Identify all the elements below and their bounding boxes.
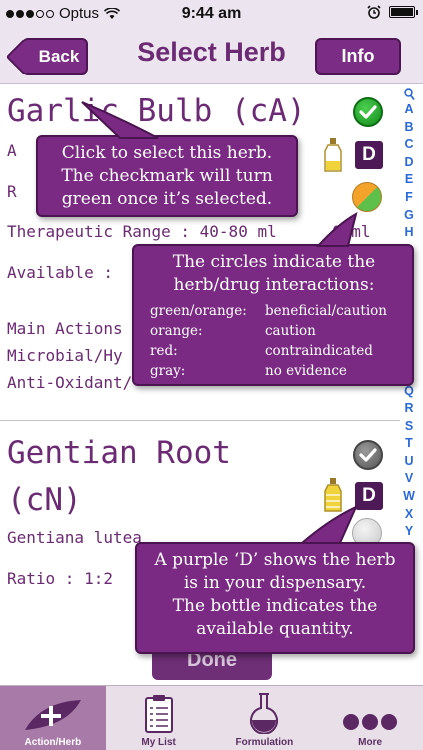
tab-my-list[interactable]: My List [106, 686, 212, 750]
index-letter[interactable]: D [404, 154, 413, 172]
row-divider [0, 420, 400, 421]
legend-key: green/orange: [150, 303, 247, 319]
interaction-circle-icon[interactable] [352, 182, 382, 212]
tab-label: Formulation [235, 737, 294, 748]
leaf-plus-icon [24, 700, 81, 730]
tooltip-pointer [81, 101, 159, 139]
herb-detail-line: R [7, 182, 17, 201]
index-letter[interactable]: Y [405, 523, 413, 541]
index-letter[interactable]: F [405, 189, 413, 207]
legend-value: contraindicated [265, 343, 373, 359]
herb-detail-line: A [7, 141, 17, 160]
tooltip-line: Click to select this herb. [61, 143, 273, 163]
legend-row: orange: caution [150, 321, 412, 341]
clipboard-icon [144, 695, 173, 733]
select-checkmark-icon[interactable] [353, 440, 383, 470]
tab-formulation[interactable]: Formulation [212, 686, 318, 750]
search-icon[interactable] [403, 88, 415, 101]
tooltip-pointer [300, 505, 358, 544]
main-actions-line: Microbial/Hy [7, 346, 123, 365]
tooltip-pointer [316, 212, 358, 247]
tooltip-line: The checkmark will turn [61, 166, 273, 186]
index-letter[interactable]: X [405, 506, 413, 524]
legend-row: gray: no evidence [150, 361, 412, 381]
index-letter[interactable]: V [405, 470, 413, 488]
legend-key: orange: [150, 323, 203, 339]
tooltip-line: available quantity. [196, 619, 354, 639]
main-actions-line: Main Actions [7, 319, 123, 338]
legend-row: green/orange: beneficial/caution [150, 301, 412, 321]
tab-action-herb[interactable]: Action/Herb [0, 686, 106, 750]
index-letter[interactable]: S [405, 418, 413, 436]
status-bar: Optus 9:44 am [0, 0, 423, 28]
tooltip-line: The bottle indicates the [172, 596, 378, 616]
index-letter[interactable]: E [405, 171, 413, 189]
tooltip-interaction-circles: The circles indicate the herb/drug inter… [132, 244, 414, 386]
index-letter[interactable]: T [405, 435, 413, 453]
tab-bar: Action/Herb My List Formulation More [0, 685, 423, 750]
flask-icon [250, 693, 279, 734]
index-letter[interactable]: U [404, 453, 413, 471]
legend-value: caution [265, 323, 316, 339]
battery-icon [389, 6, 418, 18]
tab-label: My List [141, 737, 176, 748]
interaction-legend: green/orange: beneficial/caution orange: c… [150, 301, 412, 381]
index-letter[interactable]: A [404, 101, 413, 119]
index-letter[interactable]: B [404, 119, 413, 137]
dispensary-badge: D [355, 141, 383, 169]
main-actions-line: Anti-Oxidant/ [7, 373, 133, 392]
navigation-bar: Back Select Herb Info [0, 28, 423, 84]
legend-row: red: contraindicated [150, 341, 412, 361]
info-button[interactable]: Info [315, 38, 401, 75]
tooltip-line: A purple ‘D’ shows the herb [154, 550, 396, 570]
back-button-label: Back [38, 46, 80, 66]
herb-ratio: Ratio : 1:2 [7, 569, 113, 588]
tooltip-line: The circles indicate the [172, 252, 376, 272]
tab-label: More [358, 737, 383, 748]
available-quantity: Available : [7, 263, 113, 282]
tooltip-line: is in your dispensary. [183, 573, 367, 593]
therapeutic-range: Therapeutic Range : 40-80 ml [7, 222, 277, 241]
tooltip-line: green once it’s selected. [61, 189, 273, 209]
index-letter[interactable]: C [404, 136, 413, 154]
legend-value: no evidence [265, 363, 347, 379]
tooltip-line: herb/drug interactions: [173, 275, 375, 295]
bottle-icon [324, 138, 342, 172]
alarm-clock-icon [367, 5, 381, 19]
latin-name: Gentiana lutea [7, 528, 142, 547]
herb-name-code[interactable]: (cN) [7, 482, 82, 518]
select-checkmark-icon[interactable] [353, 97, 383, 127]
index-letter[interactable]: W [403, 488, 415, 506]
tab-more[interactable]: More [317, 686, 423, 750]
tooltip-select-herb: Click to select this herb. The checkmark… [36, 135, 298, 217]
legend-key: red: [150, 343, 178, 359]
ellipsis-icon [343, 714, 398, 730]
tooltip-dispensary: A purple ‘D’ shows the herb is in your d… [135, 542, 415, 654]
status-time: 9:44 am [181, 5, 242, 22]
tab-label: Action/Herb [24, 737, 82, 748]
index-letter[interactable]: G [404, 207, 414, 225]
legend-value: beneficial/caution [265, 303, 387, 319]
legend-key: gray: [150, 363, 186, 379]
index-letter[interactable]: R [404, 400, 413, 418]
herb-name[interactable]: Gentian Root [7, 435, 231, 471]
index-letter[interactable]: H [404, 224, 413, 242]
